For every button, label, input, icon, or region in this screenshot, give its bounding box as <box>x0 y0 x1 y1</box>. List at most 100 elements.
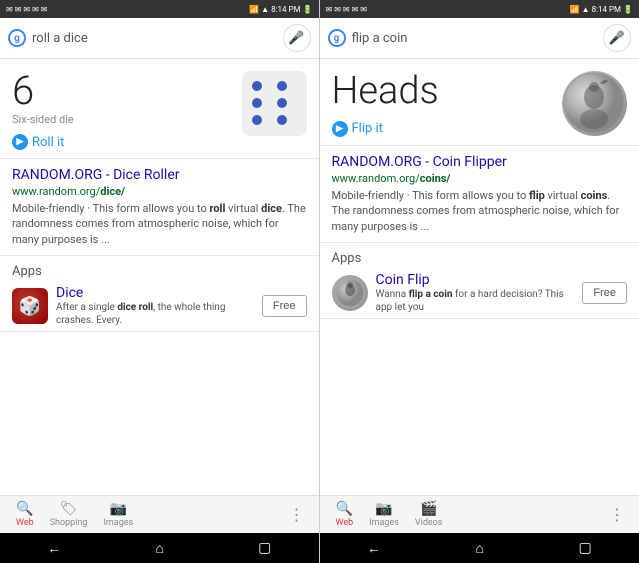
flip-button[interactable]: ▶ Flip it <box>332 121 563 137</box>
camera-icon-2: 📷 <box>375 501 392 517</box>
search-query-2[interactable]: flip a coin <box>352 31 598 46</box>
dot-1 <box>252 81 262 91</box>
recent-button-2[interactable]: ▢ <box>562 538 607 558</box>
content-2: Heads ▶ Flip it <box>320 59 639 495</box>
google-logo-2: g <box>328 29 346 47</box>
signal-icon-1: 📶 <box>249 5 259 14</box>
back-button-2[interactable]: ← <box>351 538 397 559</box>
result-title-2[interactable]: RANDOM.ORG - Coin Flipper <box>332 154 628 170</box>
nav-videos-label-2: Videos <box>415 518 443 528</box>
nav-web-2[interactable]: 🔍 Web <box>328 499 362 530</box>
wifi-icon-1: ▲ <box>261 5 269 14</box>
coin-result-card: Heads ▶ Flip it <box>320 59 639 146</box>
coin-image <box>562 71 627 136</box>
tag-icon-1: 🏷 <box>60 501 78 517</box>
nav-images-1[interactable]: 📷 Images <box>95 499 141 530</box>
coin-svg <box>562 71 627 136</box>
app-item-2: Coin Flip Wanna flip a coin for a hard d… <box>332 272 628 314</box>
dot-6 <box>277 115 287 125</box>
nav-images-label-2: Images <box>369 518 399 528</box>
screen-coin: ✉ ✉ ✉ ✉ ✉ 📶 ▲ 8:14 PM 🔋 g flip a coin 🎤 … <box>320 0 639 563</box>
bottom-nav-2: 🔍 Web 📷 Images 🎬 Videos ⋮ <box>320 495 639 533</box>
result-title-1[interactable]: RANDOM.ORG - Dice Roller <box>12 167 307 183</box>
content-1: 6 Six-sided die ▶ Roll it <box>0 59 319 495</box>
nav-web-1[interactable]: 🔍 Web <box>8 499 42 530</box>
status-bar-2: ✉ ✉ ✉ ✉ ✉ 📶 ▲ 8:14 PM 🔋 <box>320 0 639 18</box>
status-right-1: 📶 ▲ 8:14 PM 🔋 <box>249 5 312 14</box>
dice-result-main: 6 Six-sided die ▶ Roll it <box>12 71 242 150</box>
nav-web-label-2: Web <box>336 518 354 528</box>
dot-2 <box>277 81 287 91</box>
apps-label-2: Apps <box>332 251 628 266</box>
coin-thumb-svg <box>334 277 366 309</box>
result-snippet-2: Mobile-friendly · This form allows you t… <box>332 188 628 234</box>
dice-result-card: 6 Six-sided die ▶ Roll it <box>0 59 319 159</box>
app-desc-1: After a single dice roll, the whole thin… <box>56 301 254 327</box>
camera-icon-1: 📷 <box>110 501 127 517</box>
nav-shopping-1[interactable]: 🏷 Shopping <box>42 499 96 530</box>
bottom-nav-1: 🔍 Web 🏷 Shopping 📷 Images ⋮ <box>0 495 319 533</box>
mic-icon-1: 🎤 <box>288 31 304 46</box>
nav-more-2[interactable]: ⋮ <box>603 501 631 528</box>
search-bar-2: g flip a coin 🎤 <box>320 18 639 59</box>
status-icons-1: ✉ ✉ ✉ ✉ ✉ <box>6 5 47 14</box>
result-snippet-1: Mobile-friendly · This form allows you t… <box>12 201 307 247</box>
nav-videos-2[interactable]: 🎬 Videos <box>407 499 451 530</box>
phone-nav-2: ← ⌂ ▢ <box>320 533 639 563</box>
status-right-2: 📶 ▲ 8:14 PM 🔋 <box>570 5 633 14</box>
time-2: 8:14 PM <box>592 5 621 14</box>
app-desc-2: Wanna flip a coin for a hard decision? T… <box>376 288 575 314</box>
home-button-2[interactable]: ⌂ <box>459 538 499 559</box>
recent-button-1[interactable]: ▢ <box>242 538 287 558</box>
nav-more-1[interactable]: ⋮ <box>283 501 311 528</box>
battery-icon-2: 🔋 <box>623 5 633 14</box>
nav-web-label-1: Web <box>16 518 34 528</box>
phone-nav-1: ← ⌂ ▢ <box>0 533 319 563</box>
nav-images-2[interactable]: 📷 Images <box>361 499 407 530</box>
app-item-1: 🎲 Dice After a single dice roll, the who… <box>12 285 307 327</box>
status-left-1: ✉ ✉ ✉ ✉ ✉ <box>6 5 47 14</box>
search-result-2: RANDOM.ORG - Coin Flipper www.random.org… <box>320 146 639 243</box>
roll-button[interactable]: ▶ Roll it <box>12 134 242 150</box>
mic-button-2[interactable]: 🎤 <box>603 24 631 52</box>
search-result-1: RANDOM.ORG - Dice Roller www.random.org/… <box>0 159 319 256</box>
dice-label: Six-sided die <box>12 113 242 126</box>
dice-image <box>242 71 307 136</box>
search-icon-2: 🔍 <box>336 501 353 517</box>
status-left-2: ✉ ✉ ✉ ✉ ✉ <box>326 5 367 14</box>
dice-number: 6 <box>12 71 242 111</box>
coin-app-icon <box>332 275 368 311</box>
time-1: 8:14 PM <box>271 5 300 14</box>
flip-text[interactable]: Flip it <box>352 121 383 136</box>
roll-arrow-icon: ▶ <box>12 134 28 150</box>
coin-result-text: Heads <box>332 71 563 113</box>
app-info-1: Dice After a single dice roll, the whole… <box>56 285 254 327</box>
result-url-2: www.random.org/coins/ <box>332 172 628 185</box>
video-icon-2: 🎬 <box>420 501 437 517</box>
app-name-2[interactable]: Coin Flip <box>376 272 575 288</box>
search-icon-1: 🔍 <box>16 501 33 517</box>
dot-5 <box>252 115 262 125</box>
apps-section-1: Apps 🎲 Dice After a single dice roll, th… <box>0 256 319 332</box>
back-button-1[interactable]: ← <box>31 538 77 559</box>
status-icons-2: ✉ ✉ ✉ ✉ ✉ <box>326 5 367 14</box>
nav-images-label-1: Images <box>103 518 133 528</box>
google-logo-1: g <box>8 29 26 47</box>
battery-icon-1: 🔋 <box>303 5 313 14</box>
mic-button-1[interactable]: 🎤 <box>283 24 311 52</box>
wifi-icon-2: ▲ <box>582 5 590 14</box>
free-button-2[interactable]: Free <box>582 282 627 304</box>
nav-shopping-label-1: Shopping <box>50 518 88 528</box>
search-query-1[interactable]: roll a dice <box>32 31 277 46</box>
status-bar-1: ✉ ✉ ✉ ✉ ✉ 📶 ▲ 8:14 PM 🔋 <box>0 0 319 18</box>
coin-result-main: Heads ▶ Flip it <box>332 71 563 137</box>
roll-text[interactable]: Roll it <box>32 135 64 150</box>
flip-arrow-icon: ▶ <box>332 121 348 137</box>
result-url-1: www.random.org/dice/ <box>12 185 307 198</box>
free-button-1[interactable]: Free <box>262 295 307 317</box>
signal-icon-2: 📶 <box>570 5 580 14</box>
app-name-1[interactable]: Dice <box>56 285 254 301</box>
app-info-2: Coin Flip Wanna flip a coin for a hard d… <box>376 272 575 314</box>
screen-dice: ✉ ✉ ✉ ✉ ✉ 📶 ▲ 8:14 PM 🔋 g roll a dice 🎤 … <box>0 0 320 563</box>
home-button-1[interactable]: ⌂ <box>139 538 179 559</box>
